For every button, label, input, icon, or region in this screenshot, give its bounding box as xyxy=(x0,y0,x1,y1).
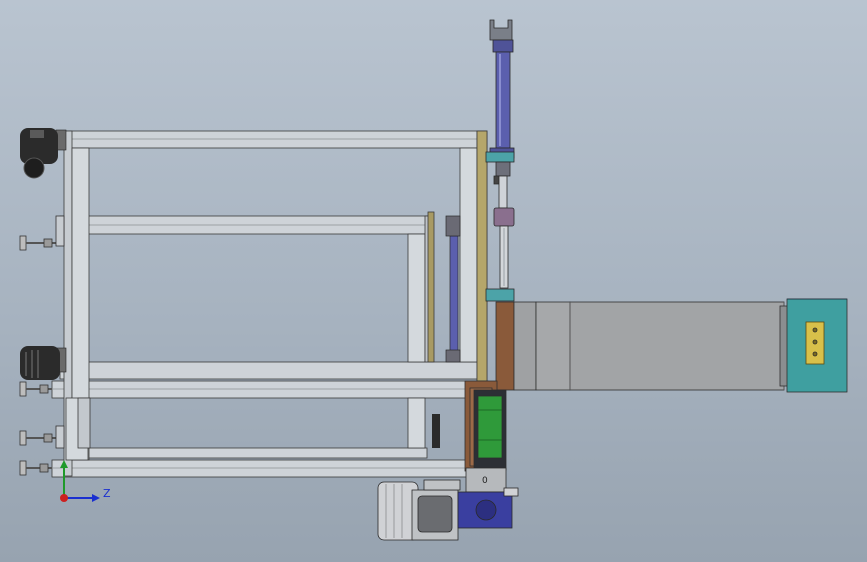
clamp-bracket xyxy=(805,321,825,365)
frame-left-lower-post-2 xyxy=(77,397,91,449)
frame-bottom-rail-2 xyxy=(51,459,473,478)
leveling-foot-icon xyxy=(19,425,65,449)
caster-wheel-icon xyxy=(20,128,67,179)
leveling-foot-icon xyxy=(19,381,52,397)
cad-viewport[interactable]: 0 Z xyxy=(0,0,867,562)
caster-wheel-icon xyxy=(20,346,67,380)
teal-clamp-block xyxy=(485,288,515,302)
teal-clamp-block xyxy=(485,151,515,163)
triad-z-label: Z xyxy=(103,487,111,500)
horizontal-conveyor xyxy=(495,298,848,393)
leveling-foot-icon xyxy=(19,460,52,476)
frame-bottom-rail-1 xyxy=(71,447,428,459)
lower-drive-assembly: 0 xyxy=(464,380,507,493)
frame-mid-upright xyxy=(407,233,426,363)
sensor-block xyxy=(432,414,440,448)
frame-lower-rail-2 xyxy=(51,380,489,399)
rod-coupling xyxy=(493,207,515,227)
tan-bracket-plate-upper xyxy=(476,130,488,382)
frame-lower-rail-1 xyxy=(59,361,486,380)
frame-top-rail xyxy=(61,130,488,149)
leveling-foot-icon xyxy=(19,215,65,251)
frame-mid-upright-2 xyxy=(407,397,426,449)
cad-drawing: 0 Z xyxy=(19,19,848,541)
frame-right-upright xyxy=(459,147,478,363)
vertical-pneumatic-cylinder xyxy=(485,19,515,302)
aluminum-frame xyxy=(51,130,489,478)
brown-mount-plate xyxy=(495,301,515,391)
green-linear-module xyxy=(477,395,503,459)
svg-text:0: 0 xyxy=(482,476,488,486)
small-pneumatic-cylinder xyxy=(445,215,461,363)
tan-bracket-plate-mid xyxy=(427,211,435,363)
